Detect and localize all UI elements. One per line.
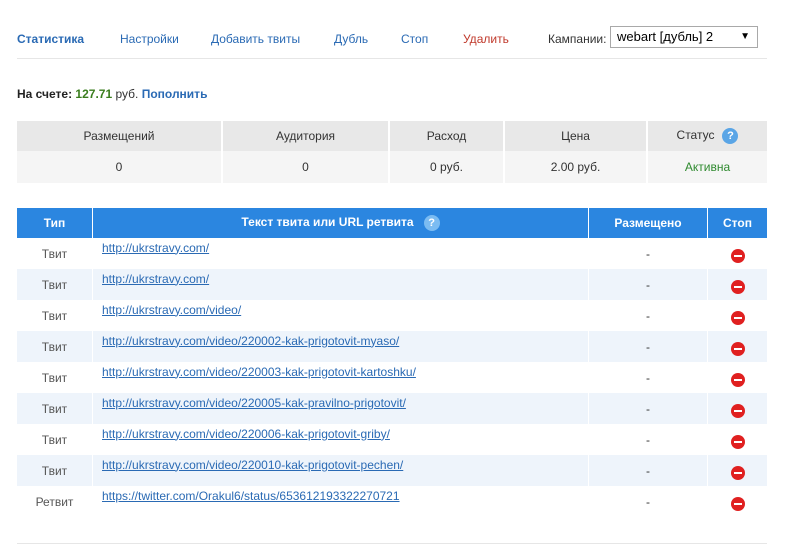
campaign-label: Кампании: (548, 32, 607, 46)
tweet-placed: - (588, 238, 708, 269)
tweets-header-text: Текст твита или URL ретвита? (92, 208, 589, 238)
tweet-type: Твит (17, 393, 93, 424)
tweet-stop-cell (707, 300, 767, 331)
stop-icon[interactable] (730, 403, 745, 418)
tweet-placed: - (588, 455, 708, 486)
stats-header-spend: Расход (389, 121, 505, 151)
tweets-header-type: Тип (17, 208, 93, 238)
table-row: Твит http://ukrstravy.com/video/220002-ka… (17, 331, 767, 362)
tweet-url-cell: https://twitter.com/Orakul6/status/65361… (92, 486, 589, 517)
table-row: Твит http://ukrstravy.com/video/220005-ka… (17, 393, 767, 424)
tweet-placed: - (588, 486, 708, 517)
tweet-placed: - (588, 269, 708, 300)
table-row: Твит http://ukrstravy.com/video/220003-ka… (17, 362, 767, 393)
tweet-stop-cell (707, 269, 767, 300)
tweet-url-cell: http://ukrstravy.com/video/220005-kak-pr… (92, 393, 589, 424)
stats-header-audience: Аудитория (222, 121, 390, 151)
tweet-url-link[interactable]: http://ukrstravy.com/video/220005-kak-pr… (102, 396, 406, 410)
stop-icon[interactable] (730, 372, 745, 387)
tweet-url-link[interactable]: http://ukrstravy.com/video/ (102, 303, 241, 317)
balance-label: На счете: (17, 87, 73, 101)
tweet-type: Твит (17, 424, 93, 455)
nav-add-tweets[interactable]: Добавить твиты (211, 32, 300, 46)
tweet-type: Твит (17, 331, 93, 362)
nav-duplicate[interactable]: Дубль (334, 32, 368, 46)
tweet-placed: - (588, 300, 708, 331)
top-nav: Статистика Настройки Добавить твиты Дубл… (17, 22, 767, 59)
stats-value-audience: 0 (222, 151, 390, 183)
stats-table: Размещений Аудитория Расход Цена Статус?… (17, 121, 767, 183)
stats-header-status-label: Статус (676, 128, 715, 143)
tweets-header-placed: Размещено (588, 208, 708, 238)
tweet-stop-cell (707, 362, 767, 393)
table-row: Твит http://ukrstravy.com/video/220006-ka… (17, 424, 767, 455)
tweet-stop-cell (707, 238, 767, 269)
tweet-url-cell: http://ukrstravy.com/ (92, 269, 589, 300)
stats-value-placements: 0 (17, 151, 223, 183)
tweet-type: Твит (17, 300, 93, 331)
tweet-url-cell: http://ukrstravy.com/video/220006-kak-pr… (92, 424, 589, 455)
table-row: Ретвит https://twitter.com/Orakul6/status… (17, 486, 767, 517)
tweet-type: Твит (17, 238, 93, 269)
tweet-stop-cell (707, 455, 767, 486)
tweet-url-link[interactable]: http://ukrstravy.com/video/220003-kak-pr… (102, 365, 416, 379)
tweet-url-link[interactable]: https://twitter.com/Orakul6/status/65361… (102, 489, 400, 503)
tweet-url-link[interactable]: http://ukrstravy.com/ (102, 241, 209, 255)
stats-header-status: Статус? (647, 121, 767, 151)
tweet-type: Твит (17, 269, 93, 300)
table-row: Твит http://ukrstravy.com/video/ - (17, 300, 767, 331)
tweet-stop-cell (707, 331, 767, 362)
tweet-type: Ретвит (17, 486, 93, 517)
chevron-down-icon: ▼ (740, 31, 750, 42)
campaign-select-value: webart [дубль] 2 (617, 29, 714, 44)
stats-value-spend: 0 руб. (389, 151, 505, 183)
stop-icon[interactable] (730, 310, 745, 325)
nav-delete[interactable]: Удалить (463, 32, 509, 46)
nav-settings[interactable]: Настройки (120, 32, 179, 46)
tweet-placed: - (588, 362, 708, 393)
stats-value-status: Активна (647, 151, 767, 183)
tweet-url-link[interactable]: http://ukrstravy.com/ (102, 272, 209, 286)
help-icon[interactable]: ? (722, 128, 739, 144)
tweets-header-stop: Стоп (707, 208, 767, 238)
tweet-type: Твит (17, 455, 93, 486)
nav-statistics[interactable]: Статистика (17, 32, 84, 46)
tweet-url-link[interactable]: http://ukrstravy.com/video/220010-kak-pr… (102, 458, 403, 472)
tweet-placed: - (588, 331, 708, 362)
stop-icon[interactable] (730, 279, 745, 294)
stop-icon[interactable] (730, 496, 745, 511)
stop-icon[interactable] (730, 465, 745, 480)
tweets-header-text-label: Текст твита или URL ретвита (241, 215, 414, 230)
tweet-stop-cell (707, 424, 767, 455)
table-row: Твит http://ukrstravy.com/ - (17, 238, 767, 269)
balance-amount: 127.71 (75, 87, 113, 101)
balance-currency: руб. (115, 87, 139, 101)
tweet-url-cell: http://ukrstravy.com/video/ (92, 300, 589, 331)
help-icon[interactable]: ? (423, 215, 440, 231)
tweet-placed: - (588, 424, 708, 455)
stats-header-placements: Размещений (17, 121, 223, 151)
tweet-url-cell: http://ukrstravy.com/ (92, 238, 589, 269)
stats-header-price: Цена (504, 121, 648, 151)
table-row: Твит http://ukrstravy.com/video/220010-ka… (17, 455, 767, 486)
tweet-stop-cell (707, 486, 767, 517)
tweet-url-link[interactable]: http://ukrstravy.com/video/220006-kak-pr… (102, 427, 390, 441)
topup-link[interactable]: Пополнить (142, 87, 208, 101)
tweet-url-cell: http://ukrstravy.com/video/220010-kak-pr… (92, 455, 589, 486)
tweet-url-cell: http://ukrstravy.com/video/220002-kak-pr… (92, 331, 589, 362)
tweet-placed: - (588, 393, 708, 424)
nav-stop[interactable]: Стоп (401, 32, 428, 46)
stats-value-price: 2.00 руб. (504, 151, 648, 183)
table-row: Твит http://ukrstravy.com/ - (17, 269, 767, 300)
tweet-stop-cell (707, 393, 767, 424)
tweet-url-cell: http://ukrstravy.com/video/220003-kak-pr… (92, 362, 589, 393)
balance-line: На счете: 127.71 руб. Пополнить (17, 87, 207, 101)
stop-icon[interactable] (730, 248, 745, 263)
stop-icon[interactable] (730, 341, 745, 356)
stop-icon[interactable] (730, 434, 745, 449)
tweets-table: Тип Текст твита или URL ретвита? Размеще… (17, 208, 767, 517)
campaign-select[interactable]: webart [дубль] 2 ▼ (610, 26, 758, 48)
tweet-url-link[interactable]: http://ukrstravy.com/video/220002-kak-pr… (102, 334, 399, 348)
tweet-type: Твит (17, 362, 93, 393)
